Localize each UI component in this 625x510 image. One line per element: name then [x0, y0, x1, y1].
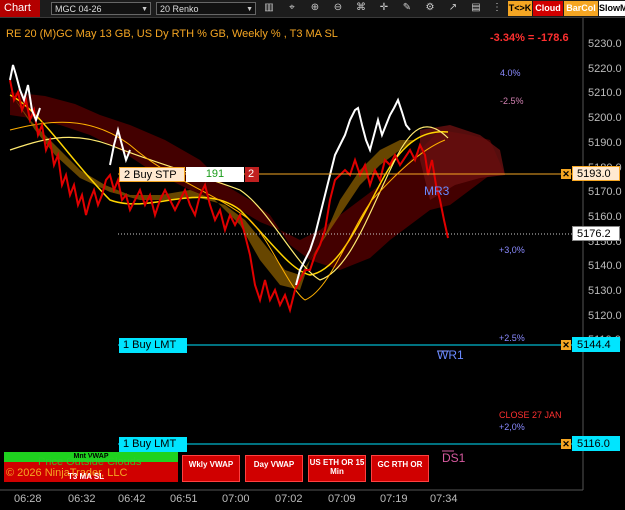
pct-label-4: 4.0% [500, 68, 521, 78]
stop-price-tag: 5193.0 [572, 166, 620, 181]
time-tick-label: 06:51 [170, 493, 198, 505]
ds1-label: DS1 [442, 451, 466, 465]
price-tick-label: 5130.0 [588, 285, 622, 297]
time-tick-label: 06:28 [14, 493, 42, 505]
us-eth-or-button[interactable]: US ETH OR 15 Min [308, 455, 366, 482]
chart-title: RE 20 (M)GC May 13 GB, US Dy RTH % GB, W… [6, 28, 338, 40]
stop-qty[interactable]: 2 [245, 167, 259, 182]
day-vwap-button[interactable]: Day VWAP [245, 455, 303, 482]
stop-offset[interactable]: 191 [186, 167, 244, 182]
price-tick-label: 5210.0 [588, 87, 622, 100]
time-tick-label: 07:00 [222, 493, 250, 505]
price-tick-label: 5140.0 [588, 260, 622, 273]
pct-label-p2: +2,0% [499, 422, 525, 432]
wr1-label: WR1 [437, 348, 464, 362]
time-tick-label: 07:02 [275, 493, 303, 505]
time-tick-label: 07:19 [380, 493, 408, 505]
copyright-label: © 2026 NinjaTrader, LLC [6, 467, 128, 479]
close-limit2-icon[interactable]: ✕ [561, 439, 571, 449]
price-tick-label: 5120.0 [588, 309, 622, 322]
pct-label-p25: +2.5% [499, 333, 525, 343]
close-stop-icon[interactable]: ✕ [561, 169, 571, 179]
pct-label-m25: -2.5% [500, 96, 524, 106]
chart-canvas[interactable] [0, 0, 625, 510]
time-tick-label: 07:34 [430, 493, 458, 505]
time-tick-label: 07:09 [328, 493, 356, 505]
pnl-readout: -3.34% = -178.6 [490, 32, 569, 44]
price-tick-label: 5190.0 [588, 136, 622, 149]
buy-limit-order-1[interactable]: 1 Buy LMT [119, 338, 187, 353]
price-tick-label: 5200.0 [588, 112, 622, 125]
wkly-vwap-button[interactable]: Wkly VWAP [182, 455, 240, 482]
t3-ma-sl-label: T3 MA SL [68, 472, 105, 481]
buy-stop-order[interactable]: 2 Buy STP [119, 167, 185, 182]
buy-limit-order-2[interactable]: 1 Buy LMT [119, 437, 187, 452]
limit1-price-tag: 5144.4 [572, 337, 620, 352]
limit2-price-tag: 5116.0 [572, 436, 620, 451]
mr3-label: MR3 [424, 184, 450, 198]
time-tick-label: 06:42 [118, 493, 146, 505]
close-limit1-icon[interactable]: ✕ [561, 340, 571, 350]
price-tick-label: 5160.0 [588, 210, 622, 223]
price-tick-label: 5220.0 [588, 62, 622, 75]
gc-rth-or-button[interactable]: GC RTH OR [371, 455, 429, 482]
close-label: CLOSE 27 JAN [499, 410, 562, 420]
price-tick-label: 5170.0 [588, 186, 622, 199]
pct-label-p3: +3,0% [499, 245, 525, 255]
last-price-tag: 5176.2 [572, 226, 620, 241]
price-tick-label: 5230.0 [588, 38, 622, 50]
time-tick-label: 06:32 [68, 493, 96, 505]
